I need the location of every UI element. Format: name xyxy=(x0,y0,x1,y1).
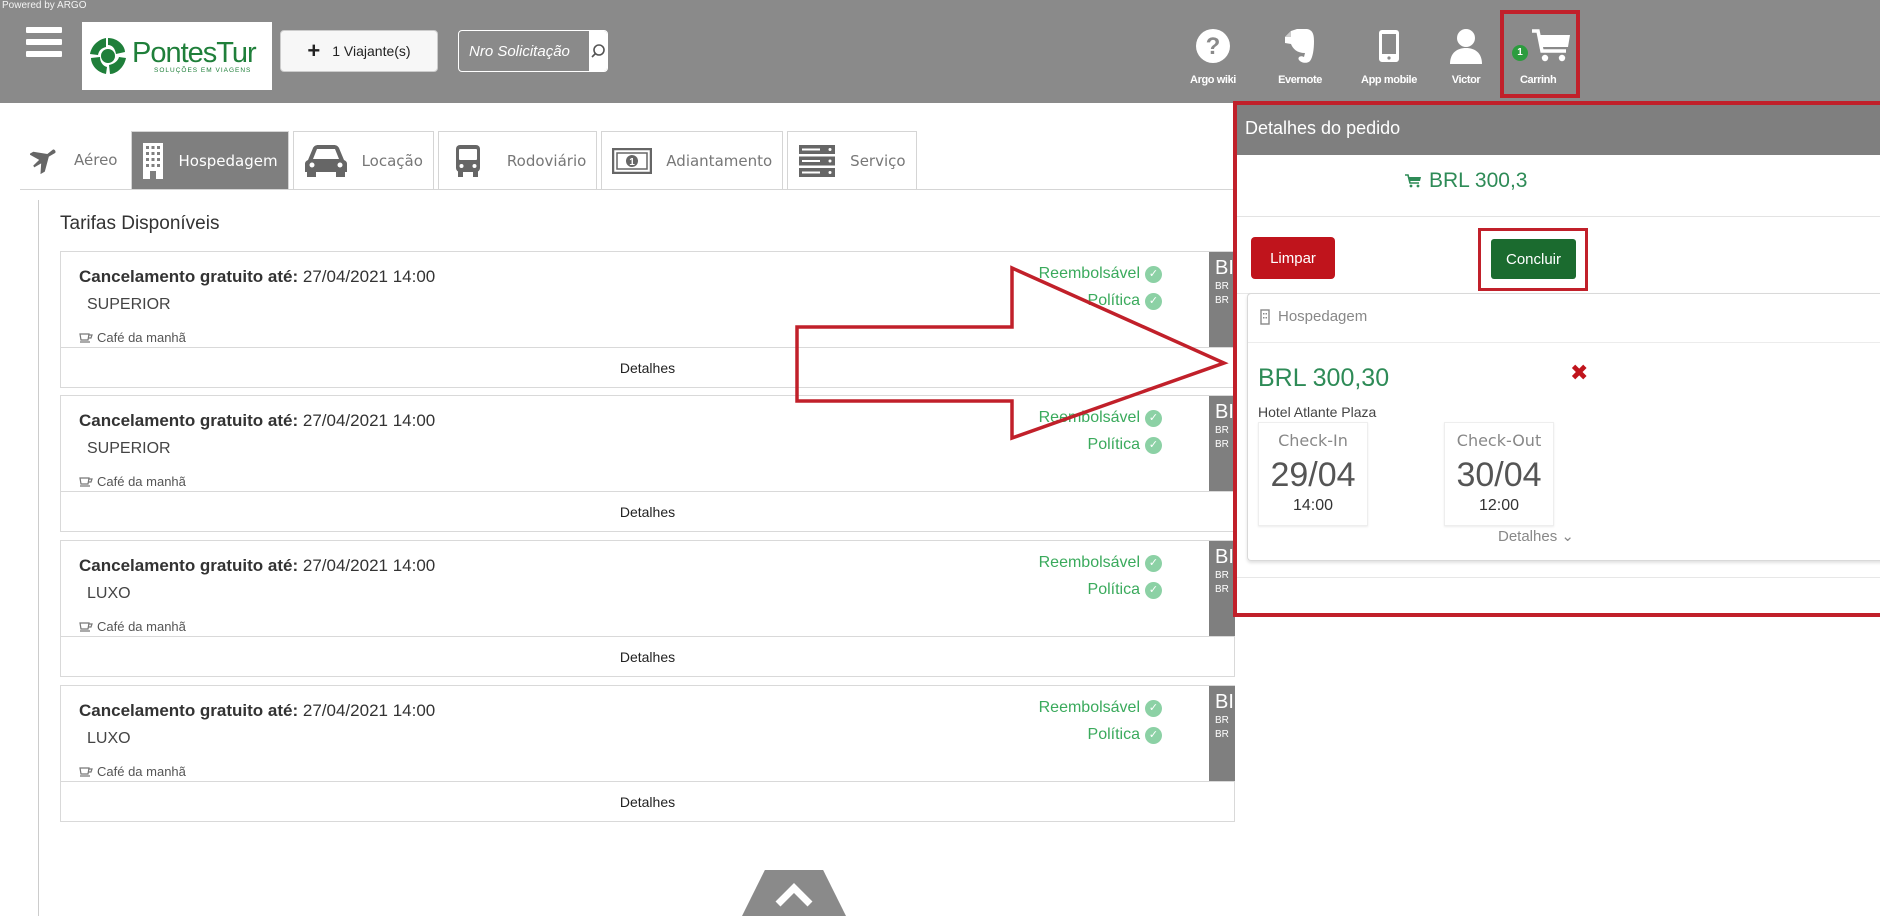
mobile-phone-icon xyxy=(1379,30,1399,62)
plus-icon: + xyxy=(307,38,321,63)
check-circle-icon: ✓ xyxy=(1145,409,1162,427)
rate-card: Cancelamento gratuito até: 27/04/2021 14… xyxy=(60,685,1236,822)
cart-highlight-box xyxy=(1500,10,1580,98)
logo[interactable]: PontesTur SOLUÇÕES EM VIAGENS xyxy=(82,22,272,90)
tab-adiantamento[interactable]: 1 Adiantamento xyxy=(601,131,784,189)
logo-mark-icon xyxy=(90,38,126,74)
request-search xyxy=(458,30,608,72)
rate-card: Cancelamento gratuito até: 27/04/2021 14… xyxy=(60,540,1236,677)
rate-price[interactable]: BI BR BR xyxy=(1209,252,1236,347)
help-circle-icon: ? xyxy=(1196,29,1230,63)
room-type: LUXO xyxy=(87,730,131,747)
cash-icon: 1 xyxy=(612,147,653,174)
tab-adiantamento-label: Adiantamento xyxy=(666,151,773,170)
tabs-divider xyxy=(20,189,1235,190)
check-circle-icon: ✓ xyxy=(1145,699,1162,717)
tab-locacao[interactable]: Locação xyxy=(292,131,434,189)
rate-card: Cancelamento gratuito até: 27/04/2021 14… xyxy=(60,251,1236,388)
check-circle-icon: ✓ xyxy=(1145,436,1162,454)
tab-servico-label: Serviço xyxy=(850,151,906,170)
tab-hospedagem[interactable]: Hospedagem xyxy=(131,131,289,189)
coffee-cup-icon xyxy=(79,332,93,343)
argo-wiki-button[interactable]: ? Argo wiki xyxy=(1190,20,1236,100)
refundable-status: Reembolsável ✓ xyxy=(1039,409,1162,427)
car-icon xyxy=(304,144,347,177)
check-circle-icon: ✓ xyxy=(1145,581,1162,599)
policy-status: Política ✓ xyxy=(1088,436,1162,454)
refundable-status: Reembolsável ✓ xyxy=(1039,265,1162,283)
user-name-label: Victor xyxy=(1451,74,1481,86)
tab-rodoviario-label: Rodoviário xyxy=(506,151,587,170)
rate-details-button[interactable]: Detalhes xyxy=(61,347,1234,387)
svg-text:?: ? xyxy=(1206,33,1221,60)
room-type: SUPERIOR xyxy=(87,440,171,457)
check-circle-icon: ✓ xyxy=(1145,554,1162,572)
user-menu-button[interactable]: Victor xyxy=(1446,20,1486,100)
refundable-status: Reembolsável ✓ xyxy=(1039,554,1162,572)
free-cancellation-text: Cancelamento gratuito até: 27/04/2021 14… xyxy=(79,701,436,720)
free-cancellation-text: Cancelamento gratuito até: 27/04/2021 14… xyxy=(79,556,436,575)
app-mobile-label: App mobile xyxy=(1361,74,1417,86)
traveler-count-label: 1 Viajante(s) xyxy=(332,43,411,59)
evernote-button[interactable]: Evernote xyxy=(1270,20,1330,100)
add-traveler-button[interactable]: + 1 Viajante(s) xyxy=(280,30,438,72)
coffee-cup-icon xyxy=(79,476,93,487)
policy-status: Política ✓ xyxy=(1088,292,1162,310)
service-icon xyxy=(799,144,836,177)
scroll-to-top-button[interactable] xyxy=(742,870,846,916)
airplane-icon xyxy=(30,149,56,175)
evernote-label: Evernote xyxy=(1278,74,1322,86)
bus-icon xyxy=(455,144,480,177)
logo-name: PontesTur xyxy=(132,36,257,69)
argo-wiki-label: Argo wiki xyxy=(1190,74,1236,86)
refundable-status: Reembolsável ✓ xyxy=(1039,699,1162,717)
check-circle-icon: ✓ xyxy=(1145,726,1162,744)
meal-plan: Café da manhã xyxy=(79,764,186,779)
check-circle-icon: ✓ xyxy=(1145,265,1162,283)
tab-aereo-label: Aéreo xyxy=(74,151,118,169)
search-icon xyxy=(591,44,605,58)
evernote-icon xyxy=(1285,29,1314,63)
meal-plan: Café da manhã xyxy=(79,619,186,634)
coffee-cup-icon xyxy=(79,766,93,777)
rate-price[interactable]: BI BR BR xyxy=(1209,541,1236,636)
rate-price[interactable]: BI BR BR xyxy=(1209,686,1236,781)
meal-plan: Café da manhã xyxy=(79,330,186,345)
rate-details-button[interactable]: Detalhes xyxy=(61,781,1234,821)
room-type: LUXO xyxy=(87,585,131,602)
tab-aereo[interactable]: Aéreo xyxy=(20,131,128,189)
logo-tagline: SOLUÇÕES EM VIAGENS xyxy=(154,66,252,74)
tab-servico[interactable]: Serviço xyxy=(787,131,917,189)
rate-price[interactable]: BI BR BR xyxy=(1209,396,1236,491)
svg-text:1: 1 xyxy=(630,157,636,168)
content-left-border xyxy=(38,200,39,916)
tab-rodoviario[interactable]: Rodoviário xyxy=(437,131,598,189)
rate-card: Cancelamento gratuito até: 27/04/2021 14… xyxy=(60,395,1236,532)
free-cancellation-text: Cancelamento gratuito até: 27/04/2021 14… xyxy=(79,267,436,286)
free-cancellation-text: Cancelamento gratuito até: 27/04/2021 14… xyxy=(79,411,436,430)
tab-hospedagem-label: Hospedagem xyxy=(178,151,278,170)
app-mobile-button[interactable]: App mobile xyxy=(1354,20,1424,100)
request-number-input[interactable] xyxy=(459,31,589,71)
policy-status: Política ✓ xyxy=(1088,726,1162,744)
meal-plan: Café da manhã xyxy=(79,474,186,489)
chevron-up-icon xyxy=(775,883,813,907)
available-rates-title: Tarifas Disponíveis xyxy=(60,213,220,234)
powered-by-label: Powered by ARGO xyxy=(2,0,87,11)
check-circle-icon: ✓ xyxy=(1145,292,1162,310)
user-icon xyxy=(1450,29,1482,64)
panel-highlight-box xyxy=(1233,101,1880,617)
rate-details-button[interactable]: Detalhes xyxy=(61,491,1234,531)
rate-details-button[interactable]: Detalhes xyxy=(61,636,1234,676)
top-bar: Powered by ARGO PontesTur SOLUÇÕES EM VI… xyxy=(0,0,1880,103)
search-button[interactable] xyxy=(589,31,607,71)
coffee-cup-icon xyxy=(79,621,93,632)
building-icon xyxy=(143,142,164,179)
tab-locacao-label: Locação xyxy=(361,151,423,170)
room-type: SUPERIOR xyxy=(87,296,171,313)
policy-status: Política ✓ xyxy=(1088,581,1162,599)
hamburger-menu-icon[interactable] xyxy=(26,27,62,65)
product-tabs: Aéreo Hospedagem Locação Rodoviário 1 Ad… xyxy=(20,131,921,189)
